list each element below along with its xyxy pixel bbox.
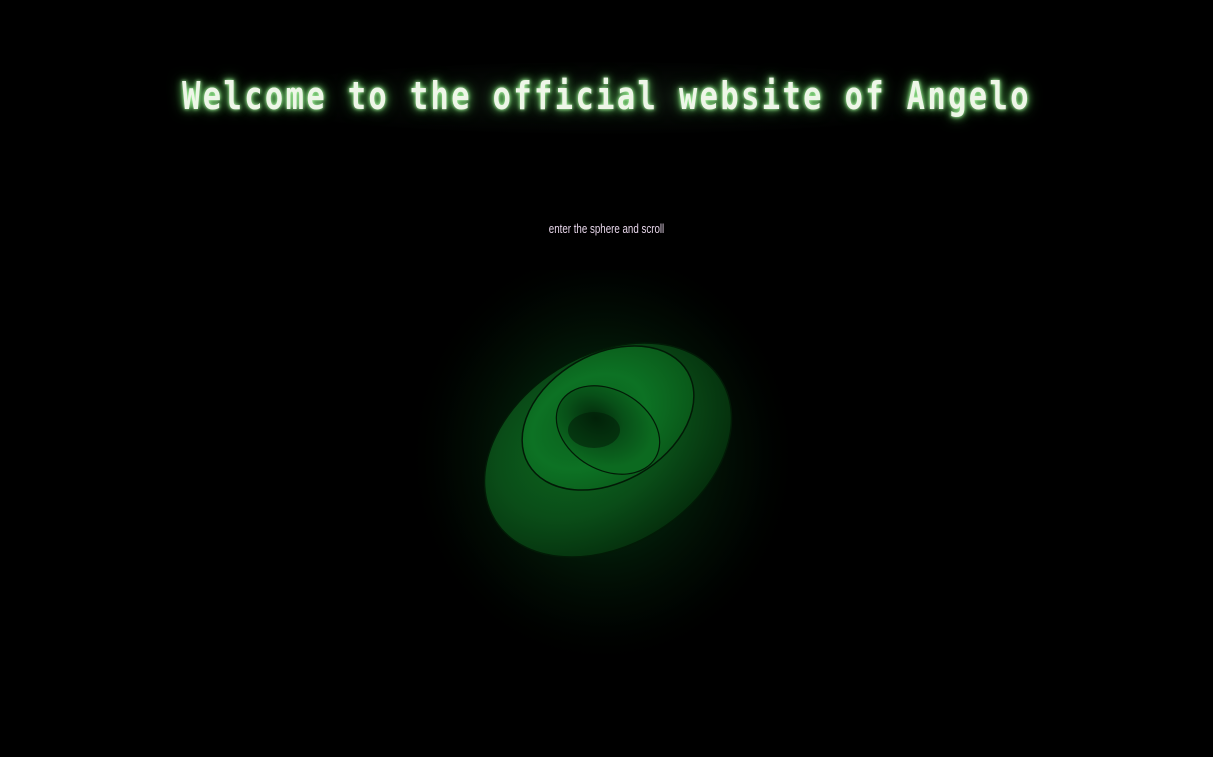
scroll-hint: enter the sphere and scroll (548, 221, 665, 236)
landing-page: Welcome to the official website of Angel… (0, 0, 1213, 757)
sphere-center-shadow (568, 412, 620, 448)
sphere-portal[interactable] (398, 270, 808, 680)
sphere-icon[interactable] (398, 270, 808, 680)
page-title: Welcome to the official website of Angel… (182, 74, 1031, 118)
